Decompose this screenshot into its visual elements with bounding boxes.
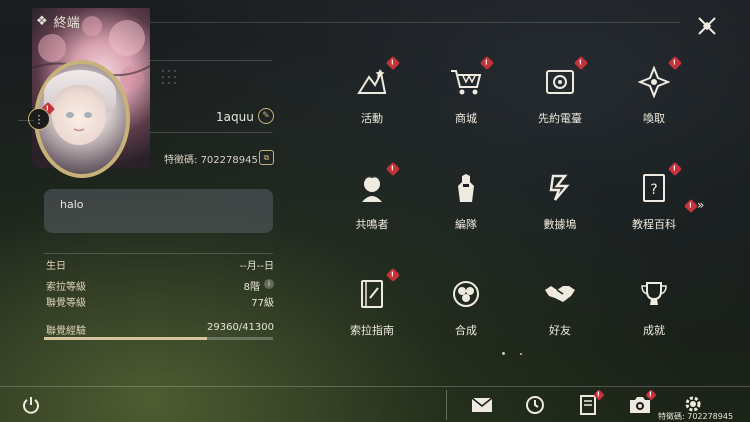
stats-divider bbox=[44, 253, 273, 254]
menu-item-radio[interactable]: ! 先約電臺 bbox=[520, 55, 600, 126]
birthday-label: 生日 bbox=[46, 261, 66, 272]
menu-item-achievements[interactable]: 成就 bbox=[614, 274, 694, 338]
sola-level-label: 索拉等級 bbox=[46, 282, 86, 293]
info-icon[interactable]: i bbox=[264, 279, 274, 289]
next-page-icon[interactable]: » bbox=[697, 198, 704, 212]
convene-star-icon bbox=[634, 62, 674, 102]
menu-label: 索拉指南 bbox=[350, 324, 394, 337]
menu-label: 教程百科 bbox=[632, 218, 676, 231]
menu-label: 喚取 bbox=[643, 112, 665, 125]
menu-item-team[interactable]: 編隊 bbox=[426, 168, 506, 232]
activity-icon bbox=[352, 62, 392, 102]
terminal-diamond-icon: ❖ bbox=[36, 14, 48, 29]
menu-item-guidebook[interactable]: ! 索拉指南 bbox=[332, 267, 412, 338]
page-indicator-dot[interactable] bbox=[520, 353, 522, 355]
menu-label: 數據塢 bbox=[543, 218, 577, 231]
union-exp-label: 聯覺經驗 bbox=[46, 326, 86, 337]
data-bank-icon bbox=[540, 168, 580, 208]
profile-menu-button[interactable]: ⋮ bbox=[28, 108, 50, 130]
menu-item-convene[interactable]: ! 喚取 bbox=[614, 55, 694, 126]
union-exp-fill bbox=[44, 337, 207, 340]
uid-value: 702278945 bbox=[200, 155, 258, 166]
menu-item-shop[interactable]: ! 商城 bbox=[426, 55, 506, 126]
menu-label: 好友 bbox=[549, 324, 571, 337]
synthesis-icon bbox=[446, 274, 486, 314]
sola-level-value: 8階 bbox=[243, 282, 260, 293]
union-level-label: 聯覺等級 bbox=[46, 298, 86, 309]
menu-label: 共鳴者 bbox=[355, 218, 389, 231]
copy-uid-icon[interactable]: ⧉ bbox=[259, 150, 274, 165]
team-icon bbox=[446, 168, 486, 208]
menu-label: 活動 bbox=[361, 112, 383, 125]
resonator-icon bbox=[352, 168, 392, 208]
menu-item-tutorial[interactable]: ? ! 教程百科 bbox=[614, 161, 694, 232]
guidebook-icon bbox=[352, 274, 392, 314]
menu-label: 先約電臺 bbox=[538, 112, 582, 125]
menu-item-synthesis[interactable]: 合成 bbox=[426, 274, 506, 338]
radio-icon bbox=[540, 62, 580, 102]
username: 1aquu bbox=[216, 110, 254, 124]
menu-label: 商城 bbox=[455, 112, 477, 125]
terminal-title-text: 終端 bbox=[53, 16, 80, 31]
deco-line bbox=[150, 132, 272, 133]
mail-icon[interactable] bbox=[471, 394, 493, 416]
handshake-icon bbox=[540, 274, 580, 314]
union-exp-value: 29360/41300 bbox=[207, 322, 274, 333]
avatar-face bbox=[52, 85, 106, 145]
deco-line bbox=[150, 60, 272, 61]
page-indicator-dot[interactable] bbox=[502, 352, 505, 355]
edit-name-icon[interactable]: ✎ bbox=[258, 108, 274, 124]
birthday-value: --月--日 bbox=[239, 261, 274, 272]
menu-item-resonators[interactable]: ! 共鳴者 bbox=[332, 161, 412, 232]
menu-label: 成就 bbox=[643, 324, 665, 337]
uid-label: 特徵碼: bbox=[164, 155, 198, 166]
signature-text: halo bbox=[60, 198, 84, 211]
menu-label: 編隊 bbox=[455, 218, 477, 231]
footer-uid: 特徵碼: 702278945 bbox=[658, 412, 734, 421]
power-icon[interactable] bbox=[20, 395, 42, 417]
union-level-value: 77級 bbox=[251, 298, 274, 309]
trophy-icon bbox=[634, 274, 674, 314]
header-divider bbox=[150, 22, 680, 23]
menu-item-friends[interactable]: 好友 bbox=[520, 274, 600, 338]
menu-label: 合成 bbox=[455, 324, 477, 337]
shop-cart-icon bbox=[446, 62, 486, 102]
uid-row: 特徵碼: 702278945 bbox=[164, 151, 258, 166]
bottom-bar-divider bbox=[0, 386, 750, 387]
svg-text:?: ? bbox=[650, 182, 657, 198]
deco-line bbox=[18, 120, 34, 121]
tutorial-book-icon: ? bbox=[634, 168, 674, 208]
terminal-title: ❖ 終端 bbox=[36, 12, 80, 31]
clock-icon[interactable] bbox=[524, 394, 546, 416]
avatar-eyes bbox=[66, 112, 92, 132]
close-icon[interactable] bbox=[694, 13, 720, 39]
signature-box[interactable] bbox=[44, 189, 273, 233]
menu-item-activity[interactable]: ! 活動 bbox=[332, 55, 412, 126]
bottom-bar-separator bbox=[446, 390, 447, 420]
menu-item-data-bank[interactable]: 數據塢 bbox=[520, 168, 600, 232]
deco-dot-grid bbox=[162, 70, 176, 84]
union-exp-bar bbox=[44, 337, 273, 340]
